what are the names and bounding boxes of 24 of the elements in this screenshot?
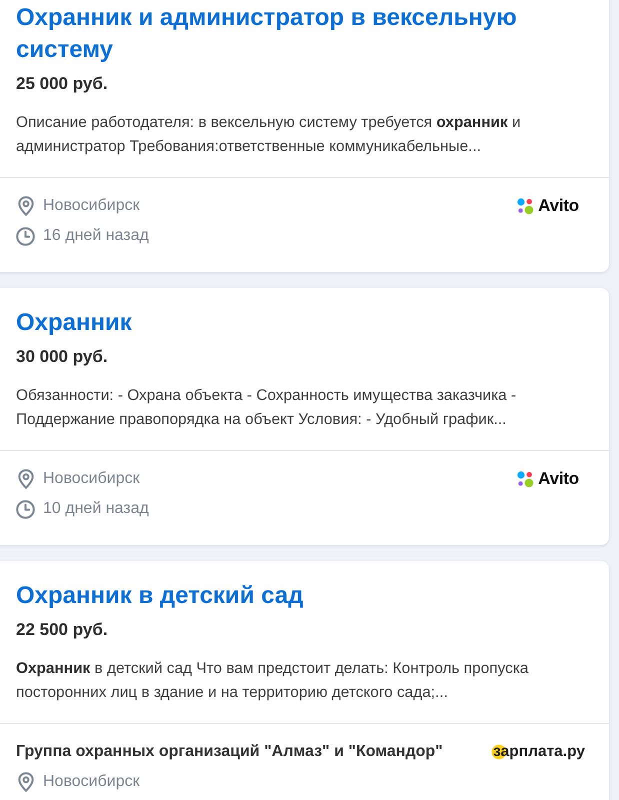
salary-text: 30 000 руб. [16, 346, 109, 368]
description-text: Обязанности: - Охрана объекта - Сохранность имущества заказчика - Поддержание правопорядка на объект Условия: - Удобный график... [16, 386, 518, 430]
vacancy-title-link[interactable]: Охранник и администратор в вексельную систему [16, 2, 593, 66]
clock-icon [16, 226, 35, 246]
posted-time-text: 16 дней назад [43, 227, 149, 245]
four-dots-logo-icon [517, 198, 534, 214]
location-text: Новосибирск [43, 470, 140, 488]
description-text: Охранник в детский сад Что вам предстоит делать: Контроль пропуска посторонних лиц в здание и на территорию детского сада;... [16, 659, 530, 703]
salary-text: 25 000 руб. [16, 73, 109, 95]
vacancy-title-link[interactable]: Охранник [16, 307, 593, 339]
source-logo-text: Avito [538, 196, 579, 216]
clock-icon [16, 500, 35, 518]
location-pin-icon [18, 196, 34, 216]
source-logo-text: Avito [538, 469, 579, 489]
location-pin-icon [18, 469, 34, 489]
location-text: Новосибирск [43, 773, 140, 791]
salary-text: 22 500 руб. [16, 619, 109, 641]
employer-name: Группа охранных организаций "Алмаз" и "Командор" [16, 743, 443, 761]
posted-time-text: 10 дней назад [43, 500, 149, 518]
location-pin-icon [18, 772, 34, 792]
description-text: Описание работодателя: в вексельную систему требуется охранник и администратор Требования:ответственные коммуникабельные... [16, 113, 522, 157]
location-text: Новосибирск [43, 197, 140, 215]
vacancy-title-link[interactable]: Охранник в детский сад [16, 580, 593, 612]
four-dots-logo-icon [517, 470, 534, 488]
